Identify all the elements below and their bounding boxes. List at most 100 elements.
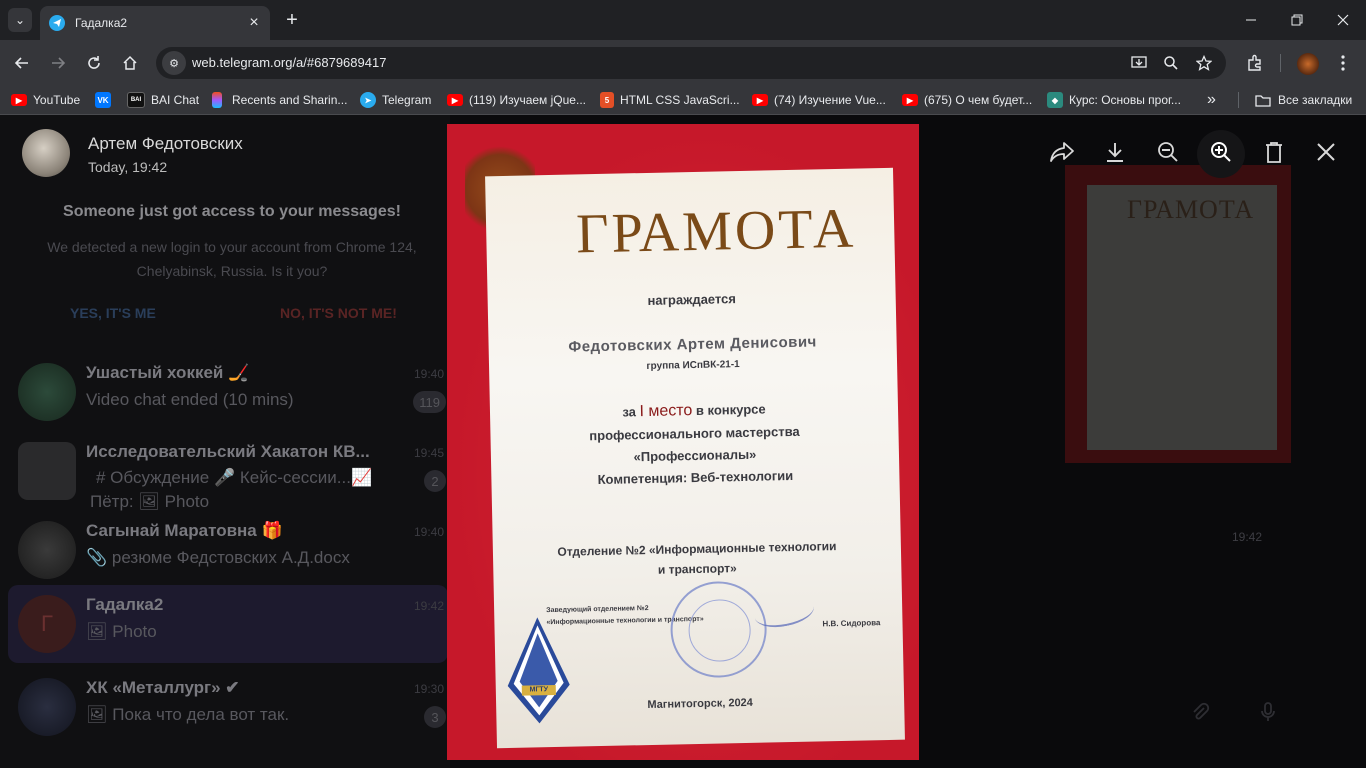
not-me-button[interactable]: NO, IT'S NOT ME!: [280, 305, 397, 321]
close-window-icon[interactable]: [1320, 0, 1366, 40]
security-notice-body: We detected a new login to your account …: [47, 239, 417, 279]
new-tab-button[interactable]: +: [280, 9, 304, 31]
bookmark-vue[interactable]: ▶ (74) Изучение Vue...: [752, 91, 886, 109]
signer-name: Н.В. Сидорова: [822, 618, 881, 629]
install-app-icon[interactable]: [1128, 52, 1150, 74]
chat-item-active[interactable]: Г Гадалка2 🖼 Photo 19:42: [8, 585, 448, 663]
certificate-photo[interactable]: ГРАМОТА награждается Федотовских Артем Д…: [447, 124, 919, 760]
zoom-icon[interactable]: [1160, 52, 1182, 74]
chat-item[interactable]: Исследовательский Хакатон КВ... # Обсужд…: [8, 432, 448, 511]
bookmark-label: BAI Chat: [151, 93, 200, 107]
bookmark-star-icon[interactable]: [1193, 52, 1215, 74]
zoom-out-icon: [1157, 141, 1179, 168]
chevron-down-icon: ⌄: [14, 13, 26, 27]
recipient-name: Федотовских Артем Денисович: [568, 333, 817, 356]
zoom-out-button[interactable]: [1144, 130, 1192, 178]
unread-badge: 2: [424, 470, 446, 492]
attach-icon[interactable]: [1185, 697, 1215, 727]
avatar[interactable]: [22, 129, 70, 177]
bookmark-jquery[interactable]: ▶ (119) Изучаем jQue...: [447, 91, 586, 109]
bookmark-675[interactable]: ▶ (675) О чем будет...: [902, 91, 1032, 109]
close-icon: [1317, 142, 1335, 166]
chat-item[interactable]: ХК «Металлург» ✔ 🖼 Пока что дела вот так…: [8, 668, 448, 746]
tab-strip: ⌄ Гадалка2 × +: [0, 0, 1366, 40]
bookmark-figma[interactable]: Recents and Sharin...: [212, 91, 347, 109]
close-viewer-button[interactable]: [1302, 130, 1350, 178]
bookmark-label: (74) Изучение Vue...: [774, 93, 886, 107]
bookmark-vk[interactable]: VK: [95, 91, 117, 109]
avatar: Г: [18, 595, 76, 653]
course-icon: ◆: [1047, 92, 1063, 108]
department-line-1: Отделение №2 «Информационные технологии: [557, 539, 837, 559]
download-icon: [1104, 141, 1126, 168]
url-text[interactable]: web.telegram.org/a/#6879689417: [192, 55, 386, 70]
bookmark-html-css[interactable]: 5 HTML CSS JavaScri...: [600, 91, 740, 109]
chat-last-message: 🖼 Photo: [86, 622, 157, 641]
more-menu-icon[interactable]: [1328, 48, 1358, 78]
avatar: [18, 363, 76, 421]
forward-icon[interactable]: [43, 48, 73, 78]
bookmark-youtube[interactable]: ▶ YouTube: [11, 91, 80, 109]
chat-item[interactable]: Сагынай Маратовна 🎁 📎 резюме Федстовских…: [8, 511, 448, 589]
chat-last-message: 📎 резюме Федстовских А.Д.docx: [86, 548, 350, 567]
bookmark-label: Telegram: [382, 93, 432, 107]
certificate-title: ГРАМОТА: [575, 197, 857, 266]
download-button[interactable]: [1091, 130, 1139, 178]
security-notice-title: Someone just got access to your messages…: [63, 203, 401, 220]
close-tab-icon[interactable]: ×: [244, 13, 264, 33]
youtube-icon: ▶: [11, 94, 27, 106]
tab-search-button[interactable]: ⌄: [8, 8, 32, 32]
chat-last-message: Video chat ended (10 mins): [86, 390, 294, 409]
place-prefix: за: [622, 404, 637, 420]
bookmark-telegram[interactable]: ➤ Telegram: [360, 91, 431, 109]
bookmark-course[interactable]: ◆ Курс: Основы прог...: [1047, 91, 1181, 109]
place-suffix: в конкурсе: [695, 401, 766, 418]
bookmark-label: Курс: Основы прог...: [1069, 93, 1181, 107]
group-text: группа ИСпВК-21-1: [646, 359, 740, 372]
home-icon[interactable]: [115, 48, 145, 78]
address-bar[interactable]: ⚙ web.telegram.org/a/#6879689417: [156, 47, 1226, 79]
certificate-paper: ГРАМОТА награждается Федотовских Артем Д…: [485, 167, 905, 749]
chat-time: 19:42: [413, 599, 444, 613]
chat-photo-thumbnail[interactable]: ГРАМОТА: [1065, 165, 1291, 463]
html5-icon: 5: [600, 92, 614, 108]
bookmark-label: HTML CSS JavaScri...: [620, 93, 740, 107]
message-time: 19:42: [1232, 530, 1263, 544]
back-icon[interactable]: [7, 48, 37, 78]
bookmark-label: (675) О чем будет...: [924, 93, 1033, 107]
competence-line: Компетенция: Веб-технологии: [597, 467, 794, 488]
forward-button[interactable]: [1038, 130, 1086, 178]
yes-its-me-button[interactable]: YES, IT'S ME: [70, 305, 156, 321]
department-line-2: и транспорт»: [657, 561, 737, 577]
all-bookmarks-button[interactable]: Все закладки: [1255, 91, 1352, 109]
chat-item[interactable]: Ушастый хоккей 🏒 Video chat ended (10 mi…: [8, 353, 448, 431]
more-bookmarks-button[interactable]: »: [1207, 91, 1216, 109]
more-bookmarks-label: »: [1207, 91, 1216, 108]
place-line: за I место в конкурсе: [490, 398, 898, 425]
bai-icon: BAI: [127, 92, 145, 108]
sender-name[interactable]: Артем Федотовских: [88, 134, 243, 154]
delete-button[interactable]: [1250, 130, 1298, 178]
chat-last-message-sender: Пётр: 🖼 Photo: [90, 492, 210, 511]
awarded-text: награждается: [647, 291, 737, 308]
logo-text: МГТУ: [529, 686, 549, 694]
chat-name: Ушастый хоккей 🏒: [86, 363, 250, 382]
restore-icon[interactable]: [1274, 0, 1320, 40]
microphone-icon[interactable]: [1253, 697, 1283, 727]
unread-badge: 119: [413, 391, 446, 413]
bookmark-label: YouTube: [33, 93, 81, 107]
head-title-1: Заведующий отделением №2: [546, 605, 649, 615]
extensions-icon[interactable]: [1240, 48, 1270, 78]
site-info-icon[interactable]: ⚙: [162, 51, 186, 75]
zoom-in-button[interactable]: [1197, 130, 1245, 178]
avatar: [18, 442, 76, 500]
figma-icon: [212, 92, 222, 108]
chat-last-message: # Обсуждение 🎤 Кейс-сессии...📈: [96, 468, 373, 487]
bookmark-label: Recents and Sharin...: [232, 93, 348, 107]
bookmark-bai-chat[interactable]: BAI BAI Chat: [127, 91, 199, 109]
profile-avatar[interactable]: [1297, 53, 1319, 75]
reload-icon[interactable]: [79, 48, 109, 78]
place-value: I место: [639, 402, 693, 421]
minimize-icon[interactable]: [1228, 0, 1274, 40]
tab-active[interactable]: Гадалка2 ×: [40, 6, 270, 40]
